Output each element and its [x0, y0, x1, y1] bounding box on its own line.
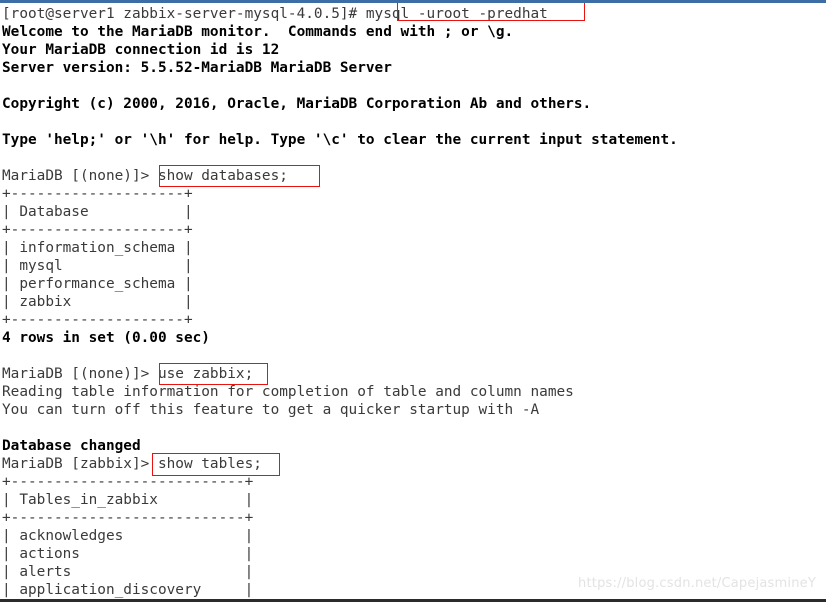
terminal-output-area[interactable]: [root@server1 zabbix-server-mysql-4.0.5]… — [0, 3, 678, 599]
terminal-line: MariaDB [(none)]> use zabbix; — [2, 366, 254, 382]
terminal-line: +---------------------------+ — [2, 474, 254, 490]
terminal-line: Database changed — [2, 438, 141, 454]
terminal-line: | performance_schema | — [2, 276, 193, 292]
terminal-line: Copyright (c) 2000, 2016, Oracle, MariaD… — [2, 96, 592, 112]
terminal-line: | actions | — [2, 546, 254, 562]
terminal-line: | information_schema | — [2, 240, 193, 256]
terminal-line: Type 'help;' or '\h' for help. Type '\c'… — [2, 132, 678, 148]
terminal-line: MariaDB [zabbix]> show tables; — [2, 456, 262, 472]
terminal-line: | zabbix | — [2, 294, 193, 310]
terminal-line: | Database | — [2, 204, 193, 220]
terminal-window[interactable]: [root@server1 zabbix-server-mysql-4.0.5]… — [0, 0, 826, 602]
terminal-line: Reading table information for completion… — [2, 384, 574, 400]
terminal-line: Server version: 5.5.52-MariaDB MariaDB S… — [2, 60, 392, 76]
terminal-line: You can turn off this feature to get a q… — [2, 402, 540, 418]
terminal-line: +--------------------+ — [2, 186, 193, 202]
terminal-line: | mysql | — [2, 258, 193, 274]
terminal-line: +---------------------------+ — [2, 510, 254, 526]
terminal-line: [root@server1 zabbix-server-mysql-4.0.5]… — [2, 6, 548, 22]
terminal-line: MariaDB [(none)]> show databases; — [2, 168, 288, 184]
terminal-line: | acknowledges | — [2, 528, 254, 544]
terminal-line: | alerts | — [2, 564, 254, 580]
terminal-line: | Tables_in_zabbix | — [2, 492, 254, 508]
terminal-line: +--------------------+ — [2, 222, 193, 238]
watermark-text: https://blog.csdn.net/CapejasmineY — [578, 576, 816, 591]
terminal-line: +--------------------+ — [2, 312, 193, 328]
terminal-line: Welcome to the MariaDB monitor. Commands… — [2, 24, 514, 40]
terminal-line: | application_discovery | — [2, 582, 254, 598]
terminal-line: Your MariaDB connection id is 12 — [2, 42, 280, 58]
terminal-line: 4 rows in set (0.00 sec) — [2, 330, 210, 346]
